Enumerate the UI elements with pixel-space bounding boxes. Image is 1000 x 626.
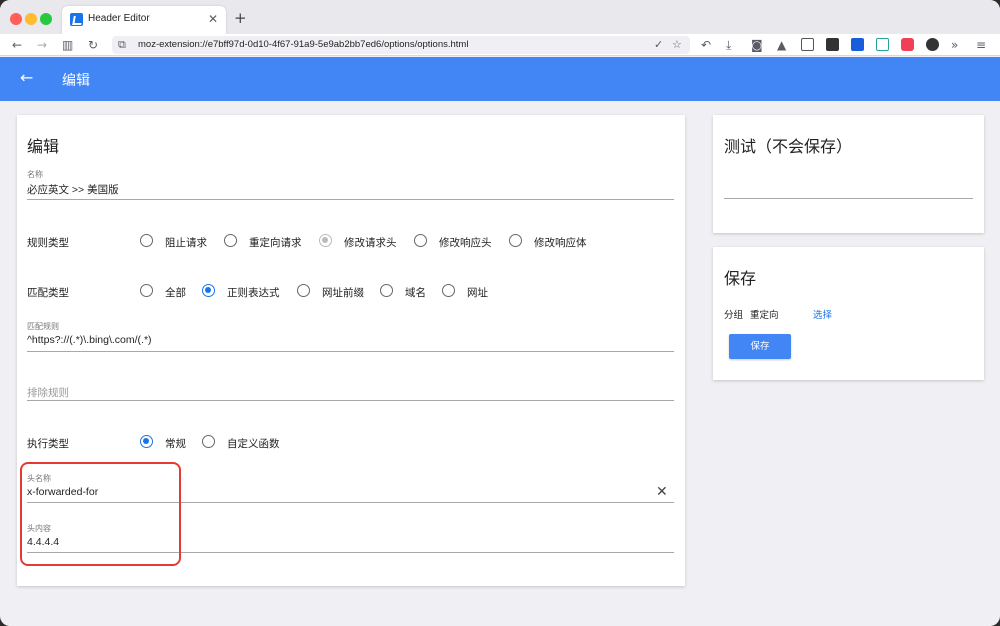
radio-label-match-domain: 域名 xyxy=(405,287,426,299)
radio-label-redirect-request: 重定向请求 xyxy=(249,237,302,249)
radio-label-modify-response-header: 修改响应头 xyxy=(439,237,492,249)
extension-page-icon: ⧉ xyxy=(118,38,126,51)
radio-label-exec-custom-function: 自定义函数 xyxy=(227,438,280,450)
match-rule-label: 匹配规则 xyxy=(27,322,59,331)
radio-label-match-url: 网址 xyxy=(467,287,488,299)
url-text[interactable]: moz-extension://e7bff97d-0d10-4f67-91a9-… xyxy=(138,39,468,50)
tab-header-editor[interactable]: Header Editor ✕ xyxy=(62,6,226,34)
radio-match-all[interactable] xyxy=(140,284,153,297)
name-underline xyxy=(27,199,674,200)
radio-modify-response-header[interactable] xyxy=(414,234,427,247)
edit-heading: 编辑 xyxy=(27,137,60,156)
edit-extension-icon[interactable] xyxy=(826,38,839,51)
new-tab-icon[interactable]: + xyxy=(234,9,247,27)
radio-exec-normal[interactable] xyxy=(140,435,153,448)
radio-label-block-request: 阻止请求 xyxy=(165,237,207,249)
radio-match-prefix[interactable] xyxy=(297,284,310,297)
exclude-rule-input[interactable]: 排除规则 xyxy=(27,385,69,400)
highlight-annotation xyxy=(20,462,181,566)
exec-type-label: 执行类型 xyxy=(27,438,69,450)
checkmark-icon[interactable]: ✓ xyxy=(654,38,663,51)
back-arrow-icon[interactable]: ← xyxy=(20,68,33,87)
app-bar-title: 编辑 xyxy=(62,73,90,89)
radio-label-match-prefix: 网址前缀 xyxy=(322,287,364,299)
tab-title: Header Editor xyxy=(88,13,150,24)
navigation-bar: ← → ▥ ↻ ⧉ moz-extension://e7bff97d-0d10-… xyxy=(0,34,1000,56)
back-icon[interactable]: ← xyxy=(12,37,22,53)
screenshot-icon[interactable]: ◙ xyxy=(751,37,763,53)
radio-match-regex[interactable] xyxy=(202,284,215,297)
clear-icon[interactable]: ✕ xyxy=(656,484,668,500)
radio-modify-response-body[interactable] xyxy=(509,234,522,247)
radio-block-request[interactable] xyxy=(140,234,153,247)
radio-exec-custom-function[interactable] xyxy=(202,435,215,448)
zoom-window-button[interactable] xyxy=(40,13,52,25)
bookmark-star-icon[interactable]: ☆ xyxy=(672,38,682,51)
browser-window: Header Editor ✕ + ← → ▥ ↻ ⧉ moz-extensio… xyxy=(0,0,1000,626)
radio-redirect-request[interactable] xyxy=(224,234,237,247)
test-url-input[interactable] xyxy=(724,198,973,199)
tab-strip: Header Editor ✕ + xyxy=(0,0,1000,34)
bitwarden-icon[interactable] xyxy=(851,38,864,51)
sync-icon[interactable]: ↶ xyxy=(701,37,711,53)
rule-type-label: 规则类型 xyxy=(27,237,69,249)
sidebar-icon[interactable]: ▥ xyxy=(62,37,73,53)
radio-label-modify-request-header: 修改请求头 xyxy=(344,237,397,249)
radio-label-exec-normal: 常规 xyxy=(165,438,186,450)
radio-label-modify-response-body: 修改响应体 xyxy=(534,237,587,249)
save-extension-icon[interactable] xyxy=(876,38,889,51)
rocket-icon[interactable]: ▲ xyxy=(777,37,786,53)
reload-icon[interactable]: ↻ xyxy=(88,37,98,53)
panda-extension-icon[interactable] xyxy=(926,38,939,51)
exclude-rule-underline xyxy=(27,400,674,401)
group-value: 重定向 xyxy=(750,310,779,321)
radio-label-match-regex: 正则表达式 xyxy=(227,287,280,299)
radio-match-domain[interactable] xyxy=(380,284,393,297)
match-type-label: 匹配类型 xyxy=(27,287,69,299)
name-label: 名称 xyxy=(27,170,43,179)
menu-icon[interactable]: ≡ xyxy=(976,37,986,53)
close-window-button[interactable] xyxy=(10,13,22,25)
close-tab-icon[interactable]: ✕ xyxy=(208,12,218,26)
save-heading: 保存 xyxy=(724,269,757,288)
name-input[interactable]: 必应英文 >> 美国版 xyxy=(27,182,119,197)
pocket-icon[interactable] xyxy=(901,38,914,51)
match-rule-underline xyxy=(27,351,674,352)
choose-group-link[interactable]: 选择 xyxy=(813,307,832,321)
overflow-chevron-icon[interactable]: » xyxy=(951,37,958,53)
minimize-window-button[interactable] xyxy=(25,13,37,25)
download-icon[interactable]: ⤓ xyxy=(726,37,731,53)
header-editor-icon xyxy=(70,13,83,26)
test-heading: 测试（不会保存） xyxy=(724,137,853,156)
app-bar: ← 编辑 xyxy=(0,57,1000,101)
radio-modify-request-header[interactable] xyxy=(319,234,332,247)
radio-match-url[interactable] xyxy=(442,284,455,297)
match-rule-input[interactable]: ^https?://(.*)\.bing\.com/(.*) xyxy=(27,334,152,346)
group-label: 分组 xyxy=(724,310,744,321)
grid-extension-icon[interactable] xyxy=(801,38,814,51)
url-bar[interactable]: ⧉ moz-extension://e7bff97d-0d10-4f67-91a… xyxy=(112,36,690,54)
radio-label-match-all: 全部 xyxy=(165,287,186,299)
save-button[interactable]: 保存 xyxy=(729,334,791,359)
forward-icon[interactable]: → xyxy=(37,37,47,53)
